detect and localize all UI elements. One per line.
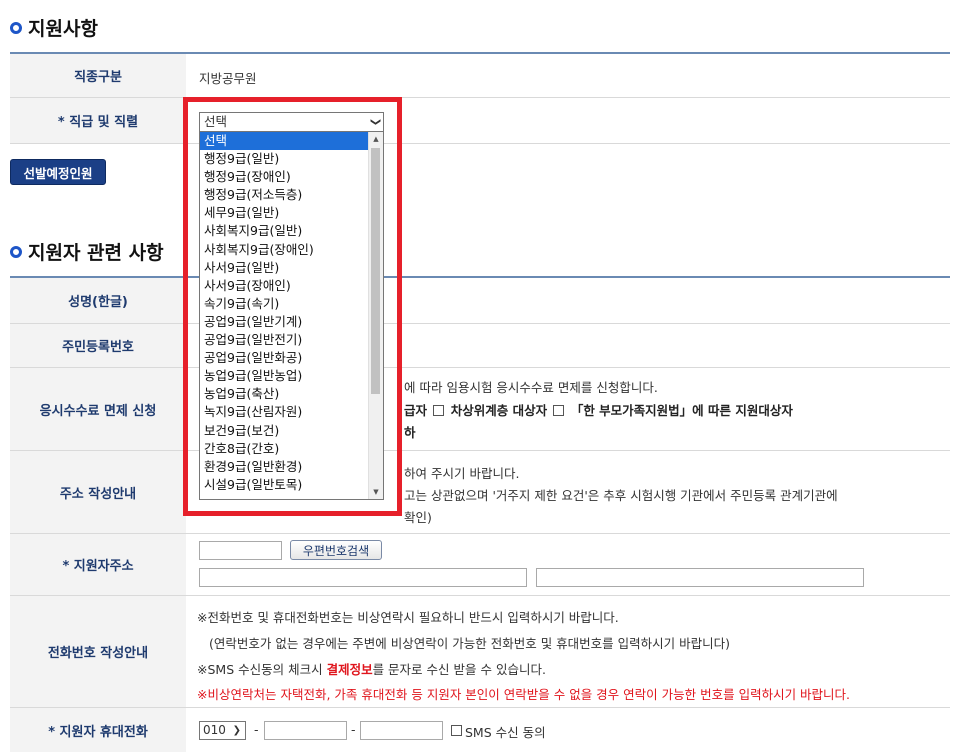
zipcode-search-button[interactable]: 우편번호검색	[290, 540, 382, 560]
dash-separator: -	[351, 722, 356, 737]
address-guide-line3: 확인)	[404, 510, 432, 525]
job-category-value: 지방공무원	[199, 71, 257, 86]
phone-guide-line2: (연락번호가 없는 경우에는 주변에 비상연락이 가능한 전화번호 및 휴대번호…	[209, 636, 730, 651]
phone-guide-line3: ※SMS 수신동의 체크시 결제정보를 문자로 수신 받을 수 있습니다.	[197, 662, 546, 677]
row-job-category: 직종구분 지방공무원	[10, 54, 950, 98]
phone-guide-line4: ※비상연락처는 자택전화, 가족 휴대전화 등 지원자 본인이 연락받을 수 없…	[197, 687, 851, 702]
address-detail-input[interactable]	[536, 568, 864, 587]
section-title-applicant: 지원자 관련 사항	[10, 238, 164, 265]
row-fee-exemption: 응시수수료 면제 신청 에 따라 임용시험 응시수수료 면제를 신청합니다. 급…	[10, 368, 950, 451]
fee-options-line: 급자 차상위계층 대상자 「한 부모가족지원법」에 따른 지원대상자	[404, 400, 793, 419]
address-guide-line1: 하여 주시기 바랍니다.	[404, 466, 520, 481]
mobile-last-input[interactable]	[360, 721, 443, 740]
quota-button[interactable]: 선발예정인원	[10, 159, 106, 185]
fee-exemption-label: 응시수수료 면제 신청	[10, 368, 186, 450]
address-guide-line2: 고는 상관없으며 '거주지 제한 요건'은 추후 시험시행 기관에서 주민등록 …	[404, 488, 838, 503]
circle-bullet-icon	[10, 21, 22, 34]
row-rrn: 주민등록번호	[10, 324, 950, 368]
mobile-label: * 지원자 휴대전화	[10, 708, 186, 752]
highlight-annotation-box	[183, 97, 402, 516]
address-input[interactable]	[199, 568, 527, 587]
row-phone-guide: 전화번호 작성안내 ※전화번호 및 휴대전화번호는 비상연락시 필요하니 반드시…	[10, 596, 950, 708]
grade-label: * 직급 및 직렬	[10, 98, 186, 143]
name-label: 성명(한글)	[10, 278, 186, 323]
row-name: 성명(한글)	[10, 278, 950, 324]
fee-option-single-parent: 「한 부모가족지원법」에 따른 지원대상자	[570, 403, 793, 418]
address-guide-label: 주소 작성안내	[10, 451, 186, 533]
job-category-label: 직종구분	[10, 54, 186, 97]
address-label: * 지원자주소	[10, 534, 186, 595]
chevron-down-icon: ❯	[232, 725, 241, 736]
mobile-middle-input[interactable]	[264, 721, 347, 740]
sms-consent-checkbox[interactable]	[451, 725, 462, 736]
phone-guide-label: 전화번호 작성안내	[10, 596, 186, 707]
dash-separator: -	[254, 722, 259, 737]
fee-option-recipient: 급자	[404, 403, 428, 418]
single-parent-checkbox[interactable]	[553, 405, 565, 416]
fee-option-near-poverty: 차상위계층 대상자	[450, 403, 548, 418]
section-title-application: 지원사항	[10, 14, 98, 41]
sms-consent-label: SMS 수신 동의	[465, 725, 546, 740]
payment-info-text: 결제정보	[326, 662, 373, 677]
fee-text-line1: 에 따라 임용시험 응시수수료 면제를 신청합니다.	[404, 380, 658, 395]
near-poverty-checkbox[interactable]	[433, 405, 445, 416]
circle-bullet-icon	[10, 245, 22, 258]
fee-text-line3: 하	[404, 425, 416, 440]
row-address-guide: 주소 작성안내 하여 주시기 바랍니다. 고는 상관없으며 '거주지 제한 요건…	[10, 451, 950, 534]
mobile-prefix-select[interactable]: 010 ❯	[199, 721, 246, 740]
row-grade: * 직급 및 직렬	[10, 98, 950, 144]
rrn-label: 주민등록번호	[10, 324, 186, 367]
zipcode-input[interactable]	[199, 541, 282, 560]
phone-guide-line1: ※전화번호 및 휴대전화번호는 비상연락시 필요하니 반드시 입력하시기 바랍니…	[197, 610, 619, 625]
